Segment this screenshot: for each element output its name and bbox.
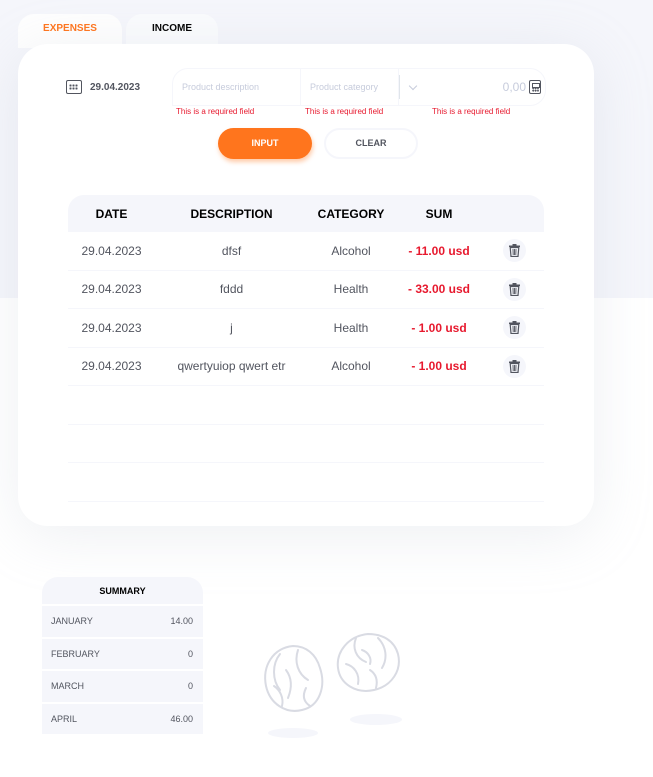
cabbage-illustration — [336, 632, 400, 692]
summary-month: MARCH — [51, 681, 84, 692]
category-dropdown-toggle[interactable] — [399, 75, 425, 99]
tab-bar: EXPENSES INCOME — [18, 14, 218, 48]
row-description: qwertyuiop qwert etr — [177, 359, 286, 374]
row-sum: - 11.00 usd — [408, 243, 470, 258]
empty-row — [68, 386, 544, 425]
summary-month: FEBRUARY — [51, 648, 100, 659]
category-select[interactable]: Product category — [301, 69, 399, 105]
row-date: 29.04.2023 — [81, 282, 142, 297]
tab-expenses[interactable]: EXPENSES — [18, 14, 122, 48]
summary-value: 46.00 — [170, 713, 193, 724]
cabbage-shadow — [350, 714, 402, 725]
trash-icon — [508, 359, 520, 373]
date-picker[interactable]: 29.04.2023 — [66, 80, 140, 94]
summary-row: APRIL 46.00 — [42, 703, 203, 736]
summary-value: 14.00 — [170, 616, 193, 627]
row-category: Alcohol — [331, 243, 371, 258]
table-row: 29.04.2023 fddd Health - 33.00 usd — [68, 271, 544, 309]
table-row: 29.04.2023 j Health - 1.00 usd — [68, 309, 544, 348]
summary-row: MARCH 0 — [42, 671, 203, 704]
calendar-icon — [66, 80, 82, 94]
row-date: 29.04.2023 — [81, 243, 142, 258]
row-category: Health — [333, 320, 369, 335]
row-sum: - 1.00 usd — [411, 320, 467, 335]
delete-button[interactable] — [502, 316, 526, 340]
empty-row — [68, 463, 544, 502]
description-error: This is a required field — [176, 107, 255, 116]
sum-error: This is a required field — [432, 107, 511, 116]
summary-title: SUMMARY — [42, 577, 203, 606]
header-sum: SUM — [425, 206, 453, 221]
transaction-form: Product description Product category 0,0… — [172, 68, 546, 106]
delete-button[interactable] — [502, 277, 526, 301]
sum-placeholder: 0,00 — [502, 80, 526, 94]
summary-month: APRIL — [51, 713, 78, 724]
summary-panel: SUMMARY JANUARY 14.00 FEBRUARY 0 MARCH 0… — [42, 577, 203, 736]
summary-row: FEBRUARY 0 — [42, 638, 203, 671]
summary-value: 0 — [187, 648, 193, 659]
table-row: 29.04.2023 qwertyuiop qwert etr Alcohol … — [68, 348, 544, 386]
chevron-down-icon — [408, 81, 417, 90]
delete-button[interactable] — [502, 354, 526, 378]
header-category: CATEGORY — [317, 206, 385, 221]
summary-month: JANUARY — [51, 616, 93, 627]
trash-icon — [508, 244, 520, 258]
trash-icon — [508, 282, 520, 296]
transactions-table: DATE DESCRIPTION CATEGORY SUM 29.04.2023… — [68, 195, 544, 502]
category-error: This is a required field — [305, 107, 384, 116]
tab-income[interactable]: INCOME — [126, 14, 218, 48]
description-input[interactable]: Product description — [173, 69, 301, 105]
header-description: DESCRIPTION — [190, 206, 273, 221]
table-row: 29.04.2023 dfsf Alcohol - 11.00 usd — [68, 232, 544, 271]
row-sum: - 33.00 usd — [407, 282, 471, 297]
header-date: DATE — [95, 206, 128, 221]
trash-icon — [508, 321, 520, 335]
row-date: 29.04.2023 — [81, 320, 142, 335]
delete-button[interactable] — [502, 239, 526, 263]
summary-row: JANUARY 14.00 — [42, 606, 203, 639]
row-description: dfsf — [221, 243, 242, 258]
calculator-icon — [529, 80, 541, 94]
cabbage-illustration — [264, 644, 324, 712]
cabbage-shadow — [268, 728, 318, 738]
row-category: Alcohol — [331, 359, 371, 374]
row-date: 29.04.2023 — [81, 359, 142, 374]
empty-row — [68, 425, 544, 463]
row-description: j — [230, 320, 233, 335]
clear-button[interactable]: CLEAR — [324, 128, 418, 159]
input-button[interactable]: INPUT — [218, 128, 312, 159]
sum-input[interactable]: 0,00 — [425, 69, 545, 105]
row-category: Health — [333, 282, 369, 297]
row-sum: - 1.00 usd — [411, 359, 467, 374]
row-description: fddd — [219, 282, 244, 297]
date-value: 29.04.2023 — [90, 81, 141, 93]
table-header: DATE DESCRIPTION CATEGORY SUM — [68, 195, 544, 232]
summary-value: 0 — [187, 681, 193, 692]
transactions-card: 29.04.2023 Product description Product c… — [18, 44, 594, 526]
